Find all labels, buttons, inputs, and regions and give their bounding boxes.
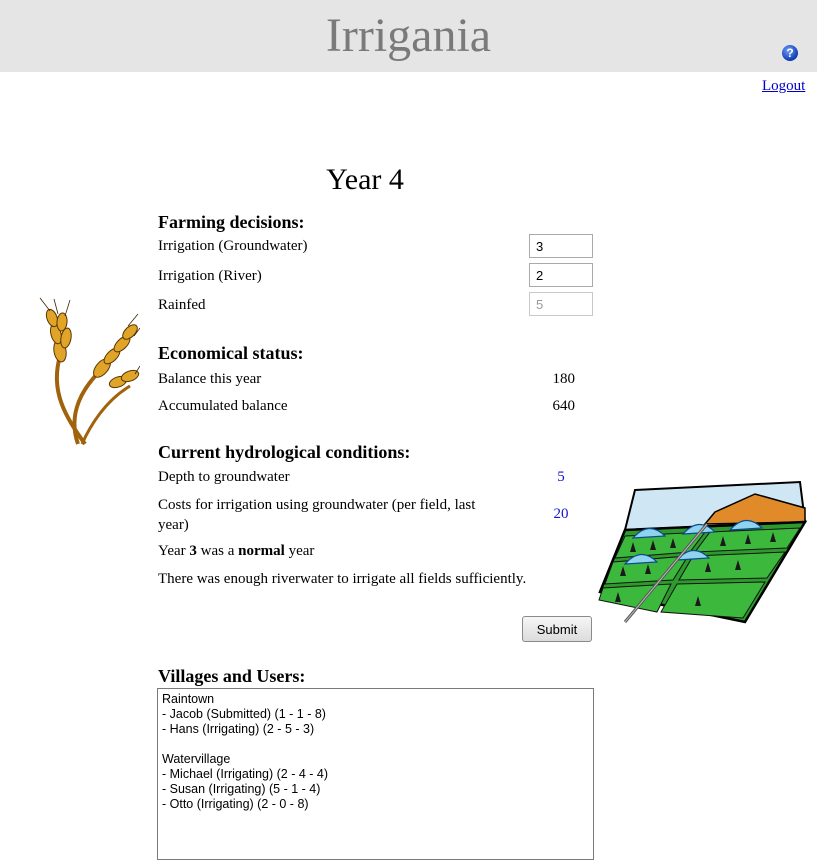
irrigation-groundwater-label: Irrigation (Groundwater): [158, 238, 308, 254]
list-item: - Jacob (Submitted) (1 - 1 - 8): [162, 707, 326, 721]
irrigation-groundwater-input[interactable]: [529, 234, 593, 258]
logout-link[interactable]: Logout: [762, 78, 805, 95]
submit-button[interactable]: Submit: [522, 616, 592, 642]
header-bar: Irrigania ?: [0, 0, 817, 72]
balance-this-year-value: 180: [552, 371, 576, 387]
rainfed-input: [529, 292, 593, 316]
irrigated-fields-illustration: [598, 480, 808, 624]
hydrological-conditions-heading: Current hydrological conditions:: [158, 442, 411, 462]
svg-text:?: ?: [786, 46, 793, 60]
depth-groundwater-value: 5: [557, 469, 565, 485]
list-item: [162, 737, 589, 752]
app-title: Irrigania: [325, 9, 492, 62]
list-item: Raintown: [162, 692, 215, 706]
list-item: - Michael (Irrigating) (2 - 4 - 4): [162, 767, 329, 781]
wheat-illustration: [39, 297, 140, 446]
rainfed-label: Rainfed: [158, 297, 206, 313]
help-icon[interactable]: ?: [781, 44, 799, 62]
list-item: Watervillage: [162, 752, 231, 766]
economical-status-heading: Economical status:: [158, 343, 304, 363]
farming-decisions-heading: Farming decisions:: [158, 212, 305, 232]
river-water-note: There was enough riverwater to irrigate …: [158, 571, 527, 587]
groundwater-cost-value: 20: [553, 506, 569, 522]
list-item: - Hans (Irrigating) (2 - 5 - 3): [162, 722, 315, 736]
balance-this-year-label: Balance this year: [158, 371, 262, 387]
villages-users-list[interactable]: Raintown - Jacob (Submitted) (1 - 1 - 8)…: [157, 688, 594, 860]
groundwater-cost-label-line1: Costs for irrigation using groundwater (…: [158, 497, 476, 513]
groundwater-cost-label-line2: year): [158, 517, 189, 533]
accumulated-balance-label: Accumulated balance: [158, 398, 288, 414]
irrigation-river-input[interactable]: [529, 263, 593, 287]
year-condition-text: Year 3 was a normal year: [158, 543, 315, 559]
list-item: - Susan (Irrigating) (5 - 1 - 4): [162, 782, 321, 796]
depth-groundwater-label: Depth to groundwater: [158, 469, 290, 485]
villages-users-heading: Villages and Users:: [158, 666, 306, 686]
accumulated-balance-value: 640: [552, 398, 576, 414]
groundwater-cost-label: Costs for irrigation using groundwater (…: [158, 495, 475, 535]
irrigation-river-label: Irrigation (River): [158, 268, 262, 284]
year-title: Year 4: [326, 163, 404, 196]
list-item: - Otto (Irrigating) (2 - 0 - 8): [162, 797, 309, 811]
